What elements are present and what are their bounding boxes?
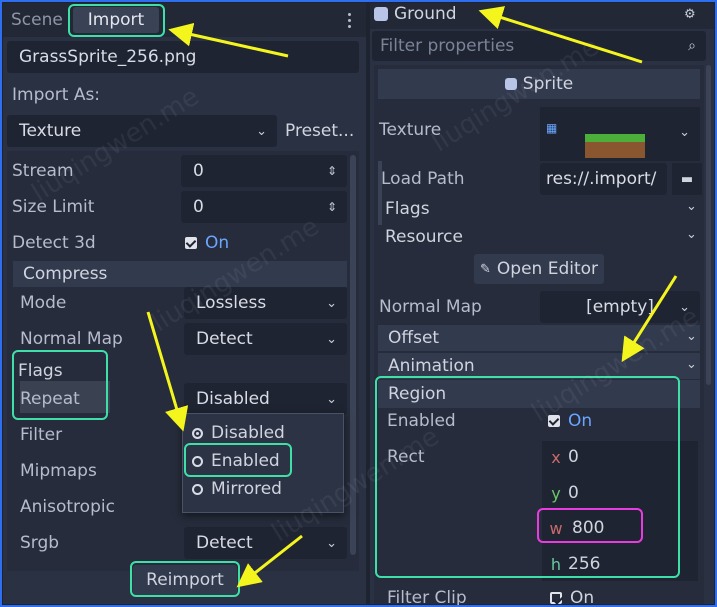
reimport-button[interactable]: Reimport: [133, 565, 237, 595]
mipmaps-label: Mipmaps: [20, 461, 97, 481]
chevron-down-icon: ⌄: [679, 125, 690, 140]
axis-h-label: h: [550, 554, 562, 574]
vertical-dots-icon[interactable]: [348, 11, 351, 29]
inspector-scrollbar[interactable]: [706, 65, 711, 385]
srgb-select[interactable]: Detect ⌄: [184, 527, 347, 559]
checkbox-unchecked-icon: [550, 592, 562, 604]
chevron-down-icon: ⌄: [686, 329, 697, 344]
rect-x-field[interactable]: x 0: [546, 445, 579, 469]
import-as-label: Import As:: [12, 85, 101, 105]
inspector-dock: Ground ⚙ Filter properties ⌕ Sprite Text…: [370, 1, 714, 607]
region-section[interactable]: Region: [378, 380, 700, 408]
rect-h-value: 256: [568, 554, 601, 574]
rect-w-field[interactable]: w 800: [546, 516, 604, 540]
chevron-down-icon: ⌄: [686, 199, 697, 214]
rect-w-value: 800: [572, 518, 605, 538]
open-editor-button[interactable]: ✎ Open Editor: [474, 254, 604, 284]
import-dock: Scene Import GrassSprite_256.png Import …: [3, 3, 366, 604]
chevron-down-icon: ⌄: [686, 357, 697, 372]
chevron-down-icon: ⌄: [256, 123, 267, 139]
grass-texture-thumbnail: [585, 134, 645, 158]
tab-import-label: Import: [87, 10, 145, 30]
folder-icon[interactable]: ▬: [672, 163, 702, 195]
size-limit-label: Size Limit: [12, 197, 95, 217]
tool-settings-icon[interactable]: ⚙: [684, 4, 696, 24]
checkbox-checked-icon: [185, 237, 197, 249]
offset-section[interactable]: Offset: [378, 325, 700, 351]
normal-map-label: Normal Map: [20, 329, 123, 349]
rect-label: Rect: [387, 447, 425, 467]
stream-value: 0: [193, 161, 204, 181]
mode-label: Mode: [20, 293, 67, 313]
size-limit-spinbox[interactable]: 0 ⇕: [181, 191, 347, 223]
axis-y-label: y: [551, 483, 561, 503]
edit-icon: ✎: [479, 261, 491, 277]
chevron-down-icon: ⌄: [326, 535, 337, 551]
region-enabled-label: Enabled: [387, 411, 456, 431]
chevron-down-icon: ⌄: [326, 391, 337, 407]
rect-h-field[interactable]: h 256: [546, 552, 601, 576]
preset-button[interactable]: Preset...: [285, 119, 354, 143]
rect-x-value: 0: [568, 447, 579, 467]
node-title[interactable]: Ground: [374, 1, 457, 27]
chevron-down-icon: ⌄: [686, 227, 697, 242]
repeat-select[interactable]: Disabled ⌄: [184, 383, 347, 415]
resource-subsection[interactable]: Resource: [385, 225, 463, 249]
checkbox-checked-icon: [548, 415, 560, 427]
chevron-down-icon: ⌄: [326, 295, 337, 311]
sprite-node-icon: [374, 7, 388, 21]
repeat-label: Repeat: [20, 389, 80, 409]
radio-icon: [192, 483, 203, 495]
chevron-down-icon: ⌄: [326, 331, 337, 347]
stream-spinbox[interactable]: 0 ⇕: [181, 155, 347, 187]
radio-selected-icon: [192, 427, 203, 439]
tab-scene[interactable]: Scene: [11, 9, 63, 31]
texture-label: Texture: [379, 120, 442, 140]
dropdown-option-enabled[interactable]: Enabled: [192, 449, 280, 473]
sprite-section-header: Sprite: [378, 69, 700, 99]
spinner-arrows-icon[interactable]: ⇕: [327, 200, 337, 214]
file-name-display: GrassSprite_256.png: [7, 41, 359, 73]
flags-section[interactable]: Flags: [18, 359, 63, 383]
filter-clip-checkbox[interactable]: On: [550, 587, 594, 607]
search-icon: ⌕: [688, 38, 696, 54]
file-name-text: GrassSprite_256.png: [19, 47, 197, 67]
dropdown-option-disabled[interactable]: Disabled: [192, 421, 285, 445]
import-as-value: Texture: [19, 121, 82, 141]
chevron-down-icon: ⌄: [679, 299, 690, 315]
mode-select[interactable]: Lossless ⌄: [184, 287, 347, 319]
anisotropic-label: Anisotropic: [20, 497, 115, 517]
filter-label: Filter: [20, 425, 63, 445]
stream-label: Stream: [12, 161, 74, 181]
load-path-field[interactable]: res://.import/: [540, 163, 667, 195]
axis-x-label: x: [551, 447, 561, 467]
axis-w-label: w: [549, 518, 563, 538]
detect-3d-label: Detect 3d: [12, 233, 96, 253]
radio-icon: [192, 455, 203, 467]
inspector-normal-map-label: Normal Map: [379, 297, 482, 317]
normal-map-picker[interactable]: [empty] ⌄: [540, 291, 700, 323]
tab-scene-label: Scene: [11, 10, 63, 30]
filter-properties-input[interactable]: Filter properties ⌕: [372, 31, 706, 61]
tab-import[interactable]: Import: [73, 7, 159, 33]
detect-3d-checkbox[interactable]: On: [185, 231, 229, 255]
compress-section[interactable]: Compress: [13, 261, 347, 287]
texture-picker[interactable]: ▦ ⌄: [540, 107, 700, 161]
load-path-label: Load Path: [381, 169, 465, 189]
dropdown-option-mirrored[interactable]: Mirrored: [192, 477, 282, 501]
region-enabled-checkbox[interactable]: On: [548, 409, 592, 433]
sprite-node-icon: [504, 78, 517, 90]
animation-section[interactable]: Animation: [378, 353, 700, 379]
rect-y-value: 0: [568, 483, 579, 503]
import-as-select[interactable]: Texture ⌄: [7, 115, 277, 147]
properties-scrollbar[interactable]: [350, 155, 356, 555]
spinner-arrows-icon[interactable]: ⇕: [327, 164, 337, 178]
normal-map-select[interactable]: Detect ⌄: [184, 323, 347, 355]
size-limit-value: 0: [193, 197, 204, 217]
rect-y-field[interactable]: y 0: [546, 481, 579, 505]
texture-resource-icon: ▦: [546, 121, 558, 135]
filter-clip-label: Filter Clip: [387, 588, 467, 607]
flags-subsection[interactable]: Flags: [385, 197, 430, 221]
srgb-label: Srgb: [20, 533, 60, 553]
